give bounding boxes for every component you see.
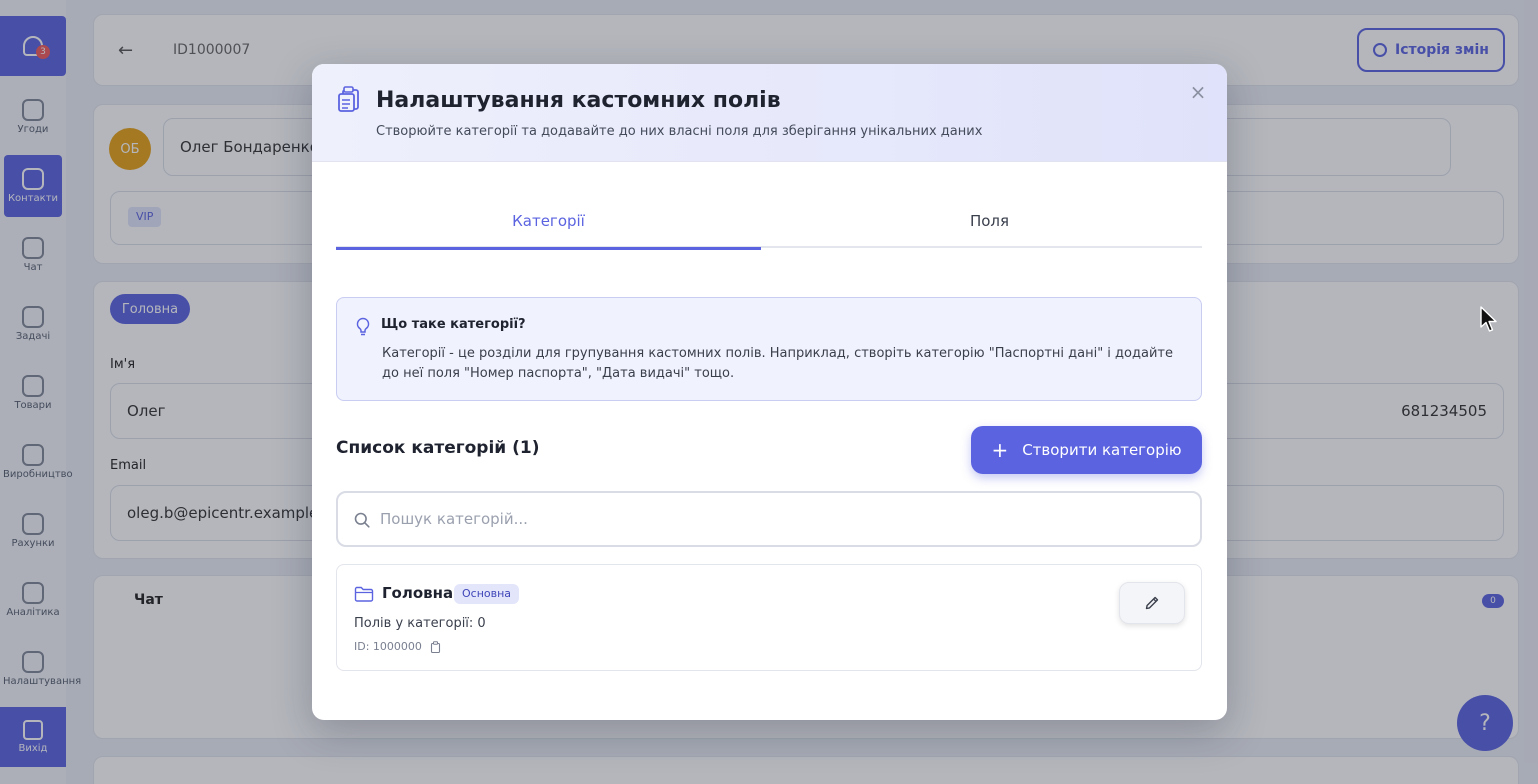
lightbulb-icon	[356, 317, 370, 336]
search-icon	[354, 512, 370, 528]
close-button[interactable]: ×	[1188, 82, 1208, 102]
info-title: Що таке категорії?	[381, 317, 526, 332]
tab-categories[interactable]: Категорії	[336, 194, 761, 250]
custom-fields-modal: Налаштування кастомних полів Створюйте к…	[312, 64, 1227, 720]
clipboard-icon	[338, 86, 359, 112]
create-category-button[interactable]: + Створити категорію	[971, 426, 1202, 474]
plus-icon: +	[991, 438, 1009, 462]
modal-header: Налаштування кастомних полів Створюйте к…	[312, 64, 1227, 162]
modal-title: Налаштування кастомних полів	[376, 88, 781, 113]
modal-subtitle: Створюйте категорії та додавайте до них …	[376, 124, 983, 139]
category-id-row: ID: 1000000	[354, 640, 441, 653]
mouse-cursor-icon	[1480, 306, 1497, 332]
create-category-label: Створити категорію	[1022, 441, 1182, 459]
category-fields-count: Полів у категорії: 0	[354, 616, 486, 631]
category-id: ID: 1000000	[354, 640, 422, 653]
copy-icon[interactable]	[430, 640, 441, 653]
edit-category-button[interactable]	[1119, 582, 1185, 624]
tab-fields[interactable]: Поля	[777, 194, 1202, 248]
pencil-icon	[1145, 596, 1159, 610]
category-main-badge: Основна	[454, 584, 520, 604]
folder-icon	[354, 586, 374, 602]
info-box: Що таке категорії? Категорії - це розділ…	[336, 297, 1202, 401]
category-item: Головна Основна Полів у категорії: 0 ID:…	[336, 564, 1202, 671]
category-search	[336, 491, 1202, 547]
modal-tabs: Категорії Поля	[336, 194, 1202, 250]
info-text: Категорії - це розділи для групування ка…	[382, 346, 1173, 381]
category-list-title: Список категорій (1)	[336, 438, 540, 458]
search-input[interactable]	[380, 493, 1180, 545]
category-name: Головна	[382, 584, 454, 602]
close-icon: ×	[1189, 80, 1207, 104]
